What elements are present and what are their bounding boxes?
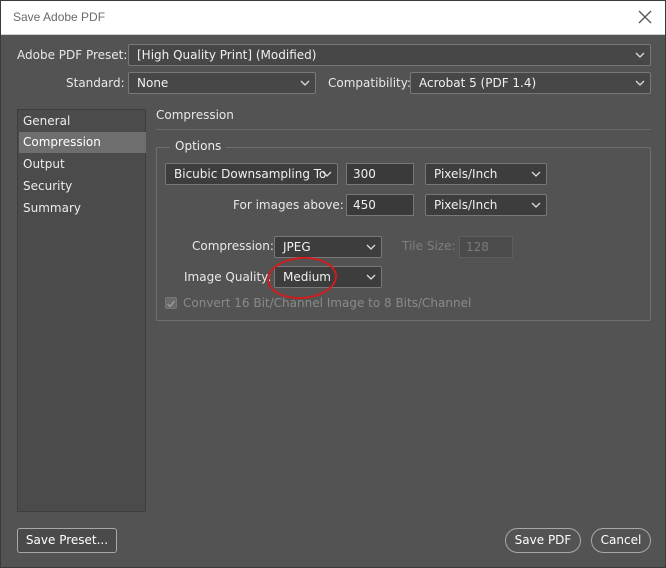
compatibility-value: Acrobat 5 (PDF 1.4) [419,76,537,90]
title-bar: Save Adobe PDF [1,1,665,35]
save-pdf-button[interactable]: Save PDF [505,528,581,553]
tile-size-input: 128 [459,236,513,258]
sidebar-item-summary[interactable]: Summary [19,198,146,219]
sidebar: General Compression Output Security Summ… [17,109,146,512]
compatibility-dropdown[interactable]: Acrobat 5 (PDF 1.4) [410,72,651,94]
downsampling-ppi-input[interactable]: 300 [346,163,414,185]
compression-value: JPEG [283,240,311,254]
section-title: Compression [156,108,234,122]
convert-label: Convert 16 Bit/Channel Image to 8 Bits/C… [183,296,472,310]
downsampling-dropdown[interactable]: Bicubic Downsampling To [165,163,338,185]
standard-label: Standard: [66,76,125,90]
downsampling-unit-dropdown[interactable]: Pixels/Inch [425,163,547,185]
chevron-down-icon [300,80,310,86]
sidebar-item-security[interactable]: Security [19,176,146,197]
section-divider [156,129,651,130]
chevron-down-icon [635,80,645,86]
downsampling-unit-value: Pixels/Inch [434,167,498,181]
save-preset-button[interactable]: Save Preset... [17,528,117,553]
window-title: Save Adobe PDF [13,10,106,24]
chevron-down-icon [531,202,541,208]
chevron-down-icon [322,171,332,177]
downsampling-value: Bicubic Downsampling To [174,167,327,181]
images-above-unit-dropdown[interactable]: Pixels/Inch [425,194,547,216]
compression-label: Compression: [192,239,274,253]
standard-dropdown[interactable]: None [128,72,316,94]
sidebar-item-output[interactable]: Output [19,154,146,175]
convert-checkbox[interactable] [165,297,177,309]
chevron-down-icon [366,274,376,280]
images-above-label: For images above: [233,198,344,212]
chevron-down-icon [635,52,645,58]
images-above-unit-value: Pixels/Inch [434,198,498,212]
preset-value: [High Quality Print] (Modified) [137,48,317,62]
chevron-down-icon [366,244,376,250]
save-adobe-pdf-dialog: Save Adobe PDF Adobe PDF Preset: [High Q… [0,0,666,568]
compression-dropdown[interactable]: JPEG [274,236,382,258]
compatibility-label: Compatibility: [328,76,412,90]
sidebar-item-compression[interactable]: Compression [19,132,146,153]
tile-size-label: Tile Size: [402,239,456,253]
images-above-ppi-input[interactable]: 450 [346,194,414,216]
sidebar-item-general[interactable]: General [19,111,146,132]
standard-value: None [137,76,169,90]
close-icon[interactable] [635,7,655,27]
image-quality-value: Medium [283,270,331,284]
image-quality-label: Image Quality: [184,270,272,284]
preset-dropdown[interactable]: [High Quality Print] (Modified) [128,44,651,66]
cancel-button[interactable]: Cancel [591,528,651,553]
checkmark-icon [166,300,176,308]
preset-label: Adobe PDF Preset: [17,48,128,62]
image-quality-dropdown[interactable]: Medium [274,266,382,288]
options-legend: Options [170,139,227,153]
chevron-down-icon [531,171,541,177]
